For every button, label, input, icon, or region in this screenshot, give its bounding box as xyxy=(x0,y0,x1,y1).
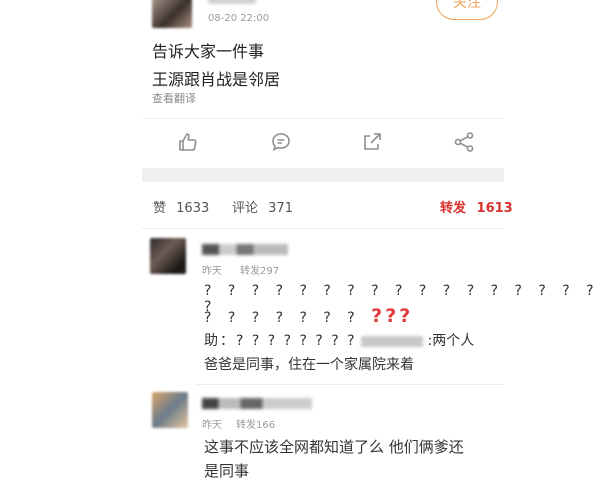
share-out-icon[interactable] xyxy=(360,130,384,154)
comment-meta: 转发297 xyxy=(240,266,280,277)
divider xyxy=(142,228,504,229)
comment-icon[interactable] xyxy=(269,130,293,154)
post-text-line2: 王源跟肖战是邻居 xyxy=(152,70,281,89)
poster-avatar[interactable] xyxy=(152,0,192,28)
comment-text-plain: ? ? ? ? ? ? ? xyxy=(204,310,361,326)
section-gap xyxy=(142,168,504,182)
reposts-count: 1613 xyxy=(476,201,513,216)
comment-time: 昨天 xyxy=(202,266,222,277)
commenter-name[interactable] xyxy=(202,244,288,255)
poster-name[interactable] xyxy=(208,0,256,4)
translate-link[interactable]: 查看翻译 xyxy=(152,90,196,106)
commenter-avatar[interactable] xyxy=(150,238,186,274)
screen: 08-20 22:00 关注 告诉大家一件事 王源跟肖战是邻居 查看翻译 赞 1… xyxy=(0,0,600,480)
likes-tab[interactable]: 赞 1633 xyxy=(153,197,209,216)
divider xyxy=(142,118,504,119)
comment-text-red: ??? xyxy=(371,305,414,327)
post-text-line1: 告诉大家一件事 xyxy=(152,42,265,61)
reposts-label: 转发 xyxy=(440,201,467,216)
divider xyxy=(196,384,504,385)
reply-mention[interactable] xyxy=(361,335,424,347)
reply-prefix: 助：? ? ? ? ? ? ? ? xyxy=(204,333,357,349)
comment-text-line2: ? ? ? ? ? ? ? ??? xyxy=(204,305,413,327)
share-icon[interactable] xyxy=(452,130,476,154)
comments-count: 371 xyxy=(268,201,293,216)
reposts-tab[interactable]: 转发 1613 xyxy=(440,197,513,216)
comment-time: 昨天 xyxy=(202,420,222,431)
action-bar xyxy=(142,120,504,166)
reply-line2: 爸爸是同事，住在一个家属院来着 xyxy=(204,357,414,373)
reply-line1: 助：? ? ? ? ? ? ? ? :两个人 xyxy=(204,330,474,350)
post-time: 08-20 22:00 xyxy=(208,13,270,24)
comment-text-line1: 这事不应该全网都知道了么 他们俩爹还 xyxy=(204,438,464,456)
commenter-avatar[interactable] xyxy=(152,392,188,428)
comments-label: 评论 xyxy=(232,201,259,216)
comment-meta: 转发166 xyxy=(236,420,276,431)
follow-button[interactable]: 关注 xyxy=(436,0,498,20)
likes-count: 1633 xyxy=(176,201,210,216)
comments-tab[interactable]: 评论 371 xyxy=(232,197,293,216)
reply-suffix: :两个人 xyxy=(427,333,475,349)
thumbs-up-icon[interactable] xyxy=(176,130,200,154)
likes-label: 赞 xyxy=(153,201,167,216)
commenter-name[interactable] xyxy=(202,398,312,409)
